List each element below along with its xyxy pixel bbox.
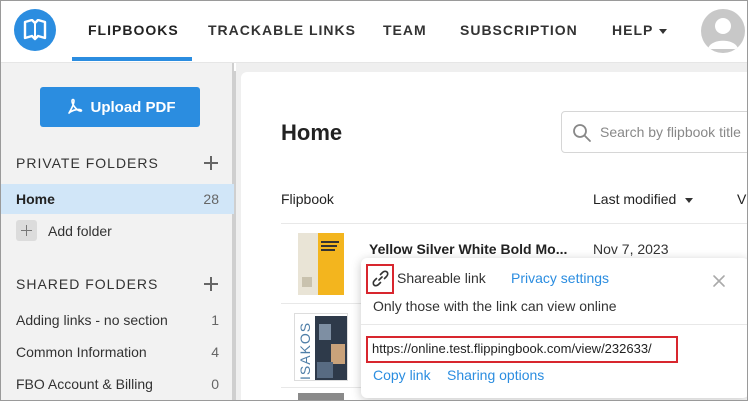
popup-divider — [361, 324, 747, 325]
link-icon[interactable] — [372, 270, 389, 287]
folder-count: 4 — [211, 344, 219, 360]
avatar[interactable] — [701, 9, 745, 53]
nav-help[interactable]: HELP — [612, 1, 668, 61]
search-input[interactable] — [600, 122, 747, 142]
shared-folders-title: SHARED FOLDERS — [16, 276, 159, 292]
flipbook-date: Nov 7, 2023 — [593, 241, 669, 257]
column-header-flipbook: Flipbook — [281, 191, 334, 207]
row-divider — [281, 303, 361, 304]
folder-count: 28 — [203, 191, 219, 207]
sidebar: Upload PDF PRIVATE FOLDERS Home 28 Add f… — [1, 63, 234, 400]
folder-label: FBO Account & Billing — [16, 376, 153, 392]
folder-count: 0 — [211, 376, 219, 392]
link-access-description: Only those with the link can view online — [373, 298, 617, 314]
flippingbook-logo-icon[interactable] — [14, 9, 56, 51]
privacy-settings-link[interactable]: Privacy settings — [511, 270, 609, 286]
chevron-down-icon — [659, 28, 668, 34]
folder-item[interactable]: Adding links - no section 1 — [1, 305, 234, 335]
flipbook-thumbnail[interactable]: ISAKOS — [294, 313, 348, 381]
shareable-link-label: Shareable link — [397, 270, 486, 286]
folder-label: Common Information — [16, 344, 147, 360]
plus-icon — [16, 220, 37, 241]
nav-active-indicator — [72, 57, 192, 61]
header-divider — [281, 223, 747, 224]
chevron-down-icon — [685, 197, 694, 203]
nav-flipbooks[interactable]: FLIPBOOKS — [88, 1, 179, 61]
column-header-label: Last modified — [593, 191, 677, 207]
column-header-truncated: V — [737, 191, 747, 207]
folder-item[interactable]: FBO Account & Billing 0 — [1, 369, 234, 399]
folder-label: Adding links - no section — [16, 312, 168, 328]
flipbook-thumbnail[interactable] — [298, 393, 344, 400]
close-icon[interactable] — [711, 273, 727, 289]
add-private-folder-plus-icon[interactable] — [204, 156, 218, 170]
add-shared-folder-plus-icon[interactable] — [204, 277, 218, 291]
folder-count: 1 — [211, 312, 219, 328]
folder-label: Home — [16, 191, 55, 207]
column-header-last-modified[interactable]: Last modified — [593, 191, 694, 207]
flipbook-thumbnail[interactable] — [298, 233, 344, 295]
page-title: Home — [281, 120, 343, 145]
app-window: FLIPBOOKS TRACKABLE LINKS TEAM SUBSCRIPT… — [0, 0, 748, 401]
add-folder-label: Add folder — [48, 222, 112, 239]
flipbook-title[interactable]: Yellow Silver White Bold Mo... — [369, 241, 567, 257]
shareable-url[interactable]: https://online.test.flippingbook.com/vie… — [372, 341, 652, 356]
add-folder-button[interactable]: Add folder — [16, 220, 112, 241]
row-divider — [281, 387, 361, 388]
nav-trackable-links[interactable]: TRACKABLE LINKS — [208, 1, 356, 61]
copy-link-button[interactable]: Copy link — [373, 367, 431, 383]
thumbnail-text: ISAKOS — [297, 321, 313, 380]
top-nav: FLIPBOOKS TRACKABLE LINKS TEAM SUBSCRIPT… — [1, 1, 747, 63]
nav-team[interactable]: TEAM — [383, 1, 427, 61]
search-box[interactable] — [561, 111, 747, 153]
folder-item[interactable]: Common Information 4 — [1, 337, 234, 367]
private-folders-title: PRIVATE FOLDERS — [16, 155, 159, 171]
folder-item-home[interactable]: Home 28 — [1, 184, 234, 214]
upload-pdf-button[interactable]: Upload PDF — [40, 87, 200, 127]
sharing-options-button[interactable]: Sharing options — [447, 367, 544, 383]
nav-help-label: HELP — [612, 22, 654, 38]
upload-pdf-label: Upload PDF — [90, 98, 176, 116]
search-icon — [573, 124, 591, 142]
pdf-icon — [67, 98, 82, 114]
nav-subscription[interactable]: SUBSCRIPTION — [460, 1, 578, 61]
